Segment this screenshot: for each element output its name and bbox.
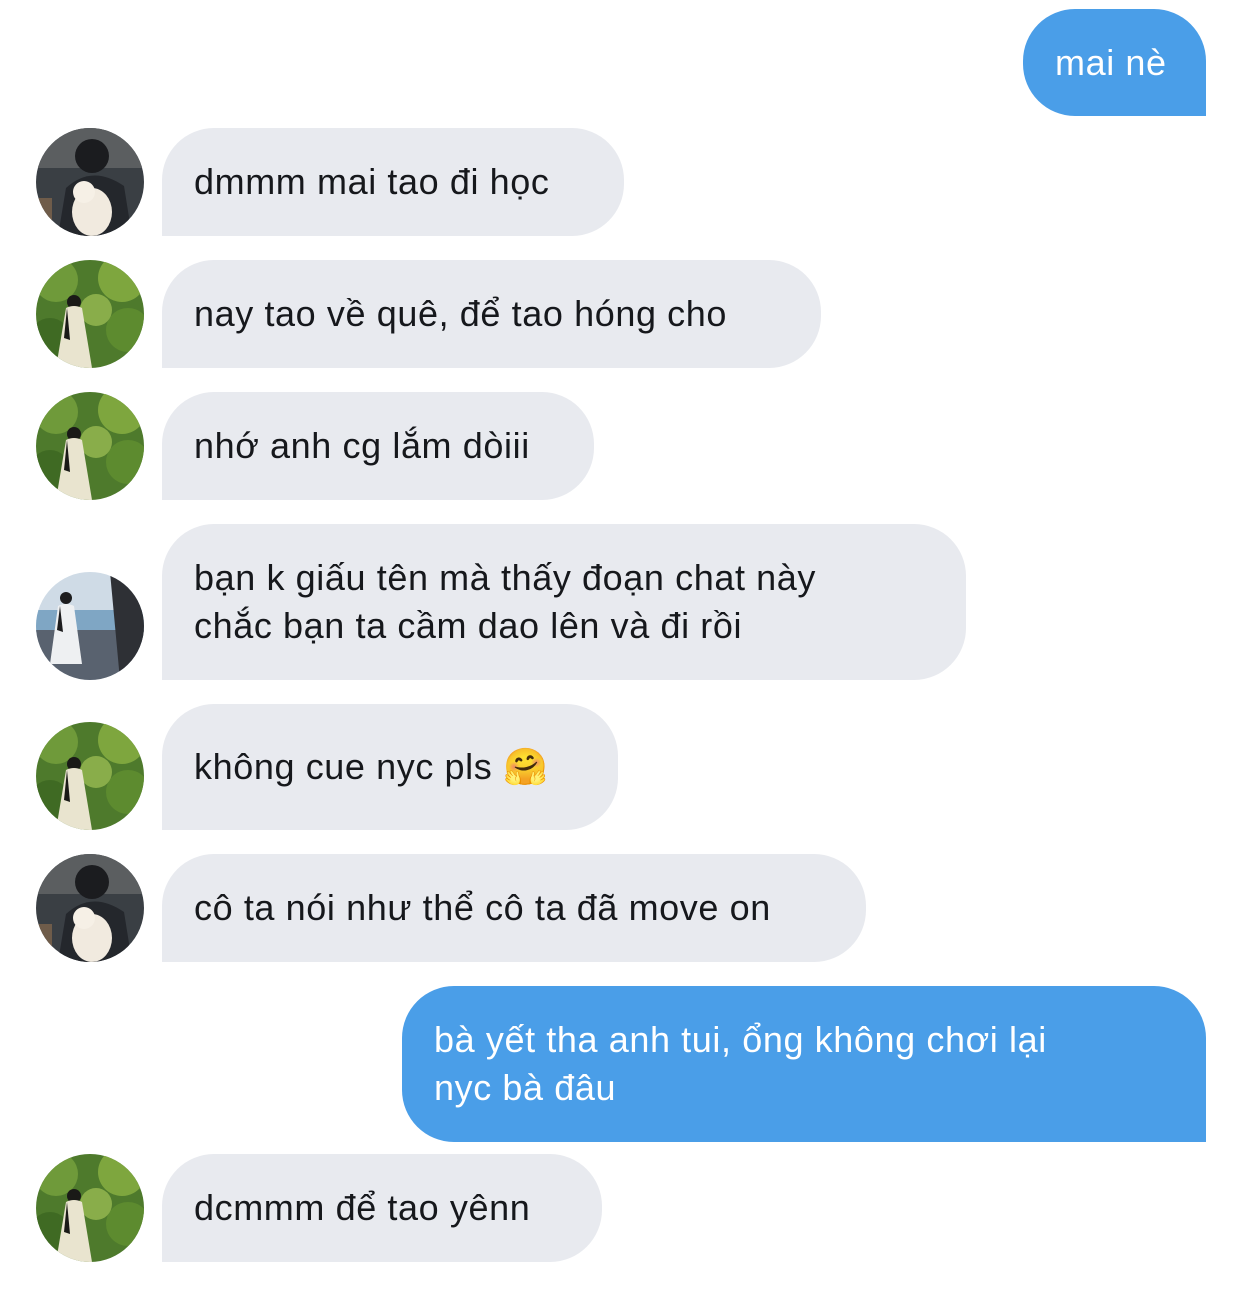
- message-text: không cue nyc pls: [194, 745, 493, 787]
- hugging-face-emoji: 🤗: [503, 746, 549, 788]
- message-bubble-outgoing[interactable]: mai nè: [1023, 9, 1206, 116]
- message-text-line-1: bạn k giấu tên mà thấy đoạn chat này: [194, 557, 817, 598]
- message-text-row: không cue nyc pls 🤗: [194, 743, 586, 792]
- message-text: cô ta nói như thể cô ta đã move on: [194, 887, 771, 928]
- message-text-line-2: nyc bà đâu: [434, 1067, 617, 1108]
- girl-in-garden-avatar[interactable]: [36, 260, 144, 368]
- message-bubble-incoming[interactable]: bạn k giấu tên mà thấy đoạn chat này chắ…: [162, 524, 966, 680]
- message-text: dmmm mai tao đi học: [194, 161, 550, 202]
- message-text-line-1: bà yết tha anh tui, ổng không chơi lại: [434, 1019, 1047, 1060]
- message-text-line-2: chắc bạn ta cầm dao lên và đi rồi: [194, 605, 743, 646]
- message-bubble-incoming[interactable]: dmmm mai tao đi học: [162, 128, 624, 236]
- message-text: mai nè: [1055, 41, 1167, 83]
- girl-in-garden-avatar[interactable]: [36, 1154, 144, 1262]
- girl-by-sea-avatar[interactable]: [36, 572, 144, 680]
- girl-in-garden-avatar[interactable]: [36, 722, 144, 830]
- message-bubble-incoming[interactable]: dcmmm để tao yênn: [162, 1154, 602, 1262]
- message-bubble-incoming[interactable]: cô ta nói như thể cô ta đã move on: [162, 854, 866, 962]
- message-text: nay tao về quê, để tao hóng cho: [194, 293, 728, 334]
- message-text: dcmmm để tao yênn: [194, 1187, 531, 1228]
- girl-in-garden-avatar[interactable]: [36, 392, 144, 500]
- boy-with-dog-avatar[interactable]: [36, 854, 144, 962]
- message-bubble-outgoing[interactable]: bà yết tha anh tui, ổng không chơi lại n…: [402, 986, 1206, 1142]
- chat-thread: mai nè dmmm mai tao đi học nay tao về qu…: [0, 0, 1242, 1290]
- boy-with-dog-avatar[interactable]: [36, 128, 144, 236]
- message-text: nhớ anh cg lắm dòiii: [194, 425, 530, 466]
- message-bubble-incoming[interactable]: nay tao về quê, để tao hóng cho: [162, 260, 821, 368]
- message-bubble-incoming[interactable]: nhớ anh cg lắm dòiii: [162, 392, 594, 500]
- message-bubble-incoming[interactable]: không cue nyc pls 🤗: [162, 704, 618, 830]
